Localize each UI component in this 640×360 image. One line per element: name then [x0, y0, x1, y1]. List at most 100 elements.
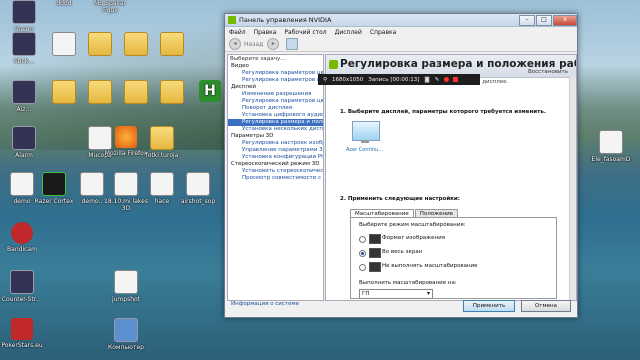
folder-icon	[124, 32, 148, 56]
restore-link[interactable]: Восстановить	[528, 69, 568, 75]
camera-icon[interactable]: ◙	[424, 77, 429, 83]
cancel-button[interactable]: Отмена	[521, 300, 571, 312]
record-icon[interactable]	[444, 77, 450, 82]
computer-icon	[114, 318, 138, 342]
main-content-panel: Регулировка размера и положения ра6 Восс…	[325, 54, 577, 301]
desktop-icon-stick[interactable]: Stick…	[2, 32, 46, 65]
folder-icon	[88, 32, 112, 56]
counter-strike-icon	[10, 270, 34, 294]
menu-display[interactable]: Дисплей	[335, 29, 362, 36]
task-tree-header: Выберите задачу...	[230, 56, 286, 62]
display-monitor-icon[interactable]	[352, 121, 380, 141]
search-icon[interactable]: ⚲	[323, 77, 327, 83]
folder-icon	[150, 126, 174, 150]
desktop-icon-right[interactable]: Ele_fasoamD	[586, 130, 636, 163]
tree-item[interactable]: Регулировка параметров изобра...	[228, 77, 323, 84]
alarm-icon	[12, 126, 36, 150]
stick-icon	[12, 32, 36, 56]
window-title: Панель управления NVIDIA	[239, 16, 332, 24]
title-bar[interactable]: Панель управления NVIDIA – □ x	[225, 14, 577, 27]
document-icon	[80, 172, 104, 196]
firefox-icon	[115, 126, 137, 148]
tree-item[interactable]: Установка нескольких дисплеев	[228, 126, 323, 133]
radio-aspect[interactable]	[359, 236, 366, 243]
folder-icon	[52, 80, 76, 104]
tree-item[interactable]: Управление параметрами 3D	[228, 147, 323, 154]
menu-help[interactable]: Справка	[370, 29, 396, 36]
desktop-icon-jumpshot[interactable]: jumpshot	[104, 270, 148, 303]
close-button[interactable]: x	[553, 14, 577, 26]
nvidia-control-panel-window: Панель управления NVIDIA – □ x Файл Прав…	[224, 13, 578, 318]
tree-item[interactable]: Просмотр совместимости с играм...	[228, 175, 323, 182]
step1-heading: 1. Выберите дисплей, параметры которого …	[340, 109, 546, 115]
desktop-icon-pokerstars[interactable]: PokerStars.eu	[0, 318, 44, 349]
vertical-scrollbar[interactable]	[569, 77, 576, 300]
folder-icon	[160, 32, 184, 56]
menu-file[interactable]: Файл	[229, 29, 246, 36]
tree-item[interactable]: Установка конфигурации PhysX	[228, 154, 323, 161]
radio-fullscreen[interactable]	[359, 250, 366, 257]
document-icon	[114, 172, 138, 196]
stop-icon[interactable]	[453, 77, 459, 82]
desktop-icon-folder2[interactable]	[150, 32, 194, 58]
desktop-icon-bandicam[interactable]: Bandicam	[0, 222, 44, 253]
tree-item[interactable]: Регулировка настроек изображен...	[228, 140, 323, 147]
back-label[interactable]: Назад	[244, 41, 263, 48]
tree-item-selected[interactable]: Регулировка размера и положени...	[228, 119, 323, 126]
home-icon[interactable]	[286, 38, 299, 50]
folder-icon	[88, 80, 112, 104]
back-arrow-icon[interactable]: ◂	[229, 38, 241, 50]
toolbar: ◂ Назад ▸	[225, 37, 577, 52]
tree-item[interactable]: Установить стереоскопический ре...	[228, 168, 323, 175]
desktop-icon-steam[interactable]: Steam	[2, 0, 46, 33]
tree-item[interactable]: Установка цифрового аудио	[228, 112, 323, 119]
tree-item[interactable]: Регулировка параметров цвета	[228, 70, 323, 77]
app-icon	[12, 80, 36, 104]
tree-item[interactable]: Изменение разрешения	[228, 91, 323, 98]
tree-item[interactable]: Поворот дисплея	[228, 105, 323, 112]
perform-scaling-label: Выполнить масштабирование на:	[359, 280, 457, 286]
maximize-button[interactable]: □	[536, 14, 552, 26]
forward-button[interactable]: ▸	[267, 38, 280, 50]
document-icon	[114, 270, 138, 294]
aspect-ratio-icon	[369, 234, 381, 244]
desktop-icon-airshot[interactable]: airshot_sop	[176, 172, 220, 205]
tree-node-display[interactable]: Дисплей	[228, 84, 323, 91]
radio-noscale[interactable]	[359, 264, 366, 271]
fullscreen-icon	[369, 248, 381, 258]
perform-scaling-select[interactable]: ГП	[359, 289, 433, 299]
display-settings-icon	[329, 60, 338, 69]
document-icon	[186, 172, 210, 196]
desktop-icon-aiz[interactable]: Aiz…	[2, 80, 46, 113]
scaling-tab-content: Выберите режим масштабирования: Формат и…	[350, 217, 557, 299]
display-name[interactable]: Acer Continu…	[346, 147, 383, 153]
desktop-icon-cs[interactable]: Counter-Str…	[0, 270, 44, 303]
menu-bar: Файл Правка Рабочий стол Дисплей Справка	[225, 27, 577, 37]
scaling-mode-label: Выберите режим масштабирования:	[359, 222, 466, 228]
option-fullscreen-label[interactable]: Во весь экран	[382, 249, 422, 255]
desktop-icon-mb[interactable]: MB Spallar Fiqux	[88, 0, 132, 14]
system-info-link[interactable]: Информация о системе	[231, 301, 299, 307]
desktop-icon-fotki[interactable]: fotki turoja	[140, 126, 184, 159]
recorder-status: Запись [00:00:13]	[368, 76, 420, 83]
tree-node-3d[interactable]: Параметры 3D	[228, 133, 323, 140]
tree-node-video[interactable]: Видео	[228, 63, 323, 70]
option-noscale-label[interactable]: Не выполнять масштабирование	[382, 263, 478, 269]
h-app-icon: H	[199, 80, 221, 102]
recorder-resolution: 1680x1050	[332, 76, 364, 83]
tree-node-stereo[interactable]: Стереоскопический режим 3D	[228, 161, 323, 168]
no-scaling-icon	[369, 262, 381, 272]
minimize-button[interactable]: –	[519, 14, 535, 26]
option-aspect-label[interactable]: Формат изображения	[382, 235, 445, 241]
menu-edit[interactable]: Правка	[254, 29, 277, 36]
tree-item[interactable]: Регулировка параметров цвета р...	[228, 98, 323, 105]
razer-icon	[42, 172, 66, 196]
document-icon	[599, 130, 623, 154]
menu-desktop[interactable]: Рабочий стол	[284, 29, 326, 36]
bandicam-icon	[11, 222, 33, 244]
desktop-icon-computer[interactable]: Компьютер	[104, 318, 148, 351]
pencil-icon[interactable]: ✎	[435, 77, 440, 83]
desktop-icon-dddd[interactable]: dddd	[42, 0, 86, 7]
desktop-icon-alarm[interactable]: Alarm	[2, 126, 46, 159]
apply-button[interactable]: Применить	[463, 300, 515, 312]
